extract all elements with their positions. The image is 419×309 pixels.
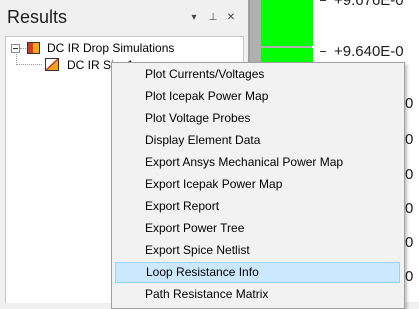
color-scale-swatch (261, 0, 313, 46)
menu-item-display-element-data[interactable]: Display Element Data (115, 130, 400, 151)
menu-item-loop-resistance-info[interactable]: Loop Resistance Info (115, 262, 400, 283)
simulation-result-icon (45, 58, 59, 71)
simulation-folder-icon (27, 42, 40, 54)
close-icon[interactable]: ✕ (224, 10, 238, 26)
menu-item-export-icepak-power-map[interactable]: Export Icepak Power Map (115, 174, 400, 195)
dropdown-icon[interactable]: ▾ (187, 10, 201, 26)
tree-item-dc-ir-drop-simulations[interactable]: DC IR Drop Simulations (6, 40, 241, 56)
menu-item-export-power-tree[interactable]: Export Power Tree (115, 218, 400, 239)
menu-item-export-spice-netlist[interactable]: Export Spice Netlist (115, 240, 400, 261)
panel-title: Results (7, 7, 68, 27)
menu-item-export-report[interactable]: Export Report (115, 196, 400, 217)
tree-item-label: DC IR Drop Simulations (47, 41, 175, 55)
context-menu: Plot Currents/Voltages Plot Icepak Power… (111, 62, 405, 309)
menu-item-plot-icepak-power-map[interactable]: Plot Icepak Power Map (115, 86, 400, 107)
pin-icon[interactable]: ⊥ (206, 10, 220, 26)
menu-item-export-ansys-mechanical-power-map[interactable]: Export Ansys Mechanical Power Map (115, 152, 400, 173)
menu-item-plot-currents-voltages[interactable]: Plot Currents/Voltages (115, 64, 400, 85)
scale-value-label: +9.676E-0 (334, 0, 404, 9)
scale-value-label: +9.640E-0 (334, 43, 404, 60)
menu-item-plot-voltage-probes[interactable]: Plot Voltage Probes (115, 108, 400, 129)
